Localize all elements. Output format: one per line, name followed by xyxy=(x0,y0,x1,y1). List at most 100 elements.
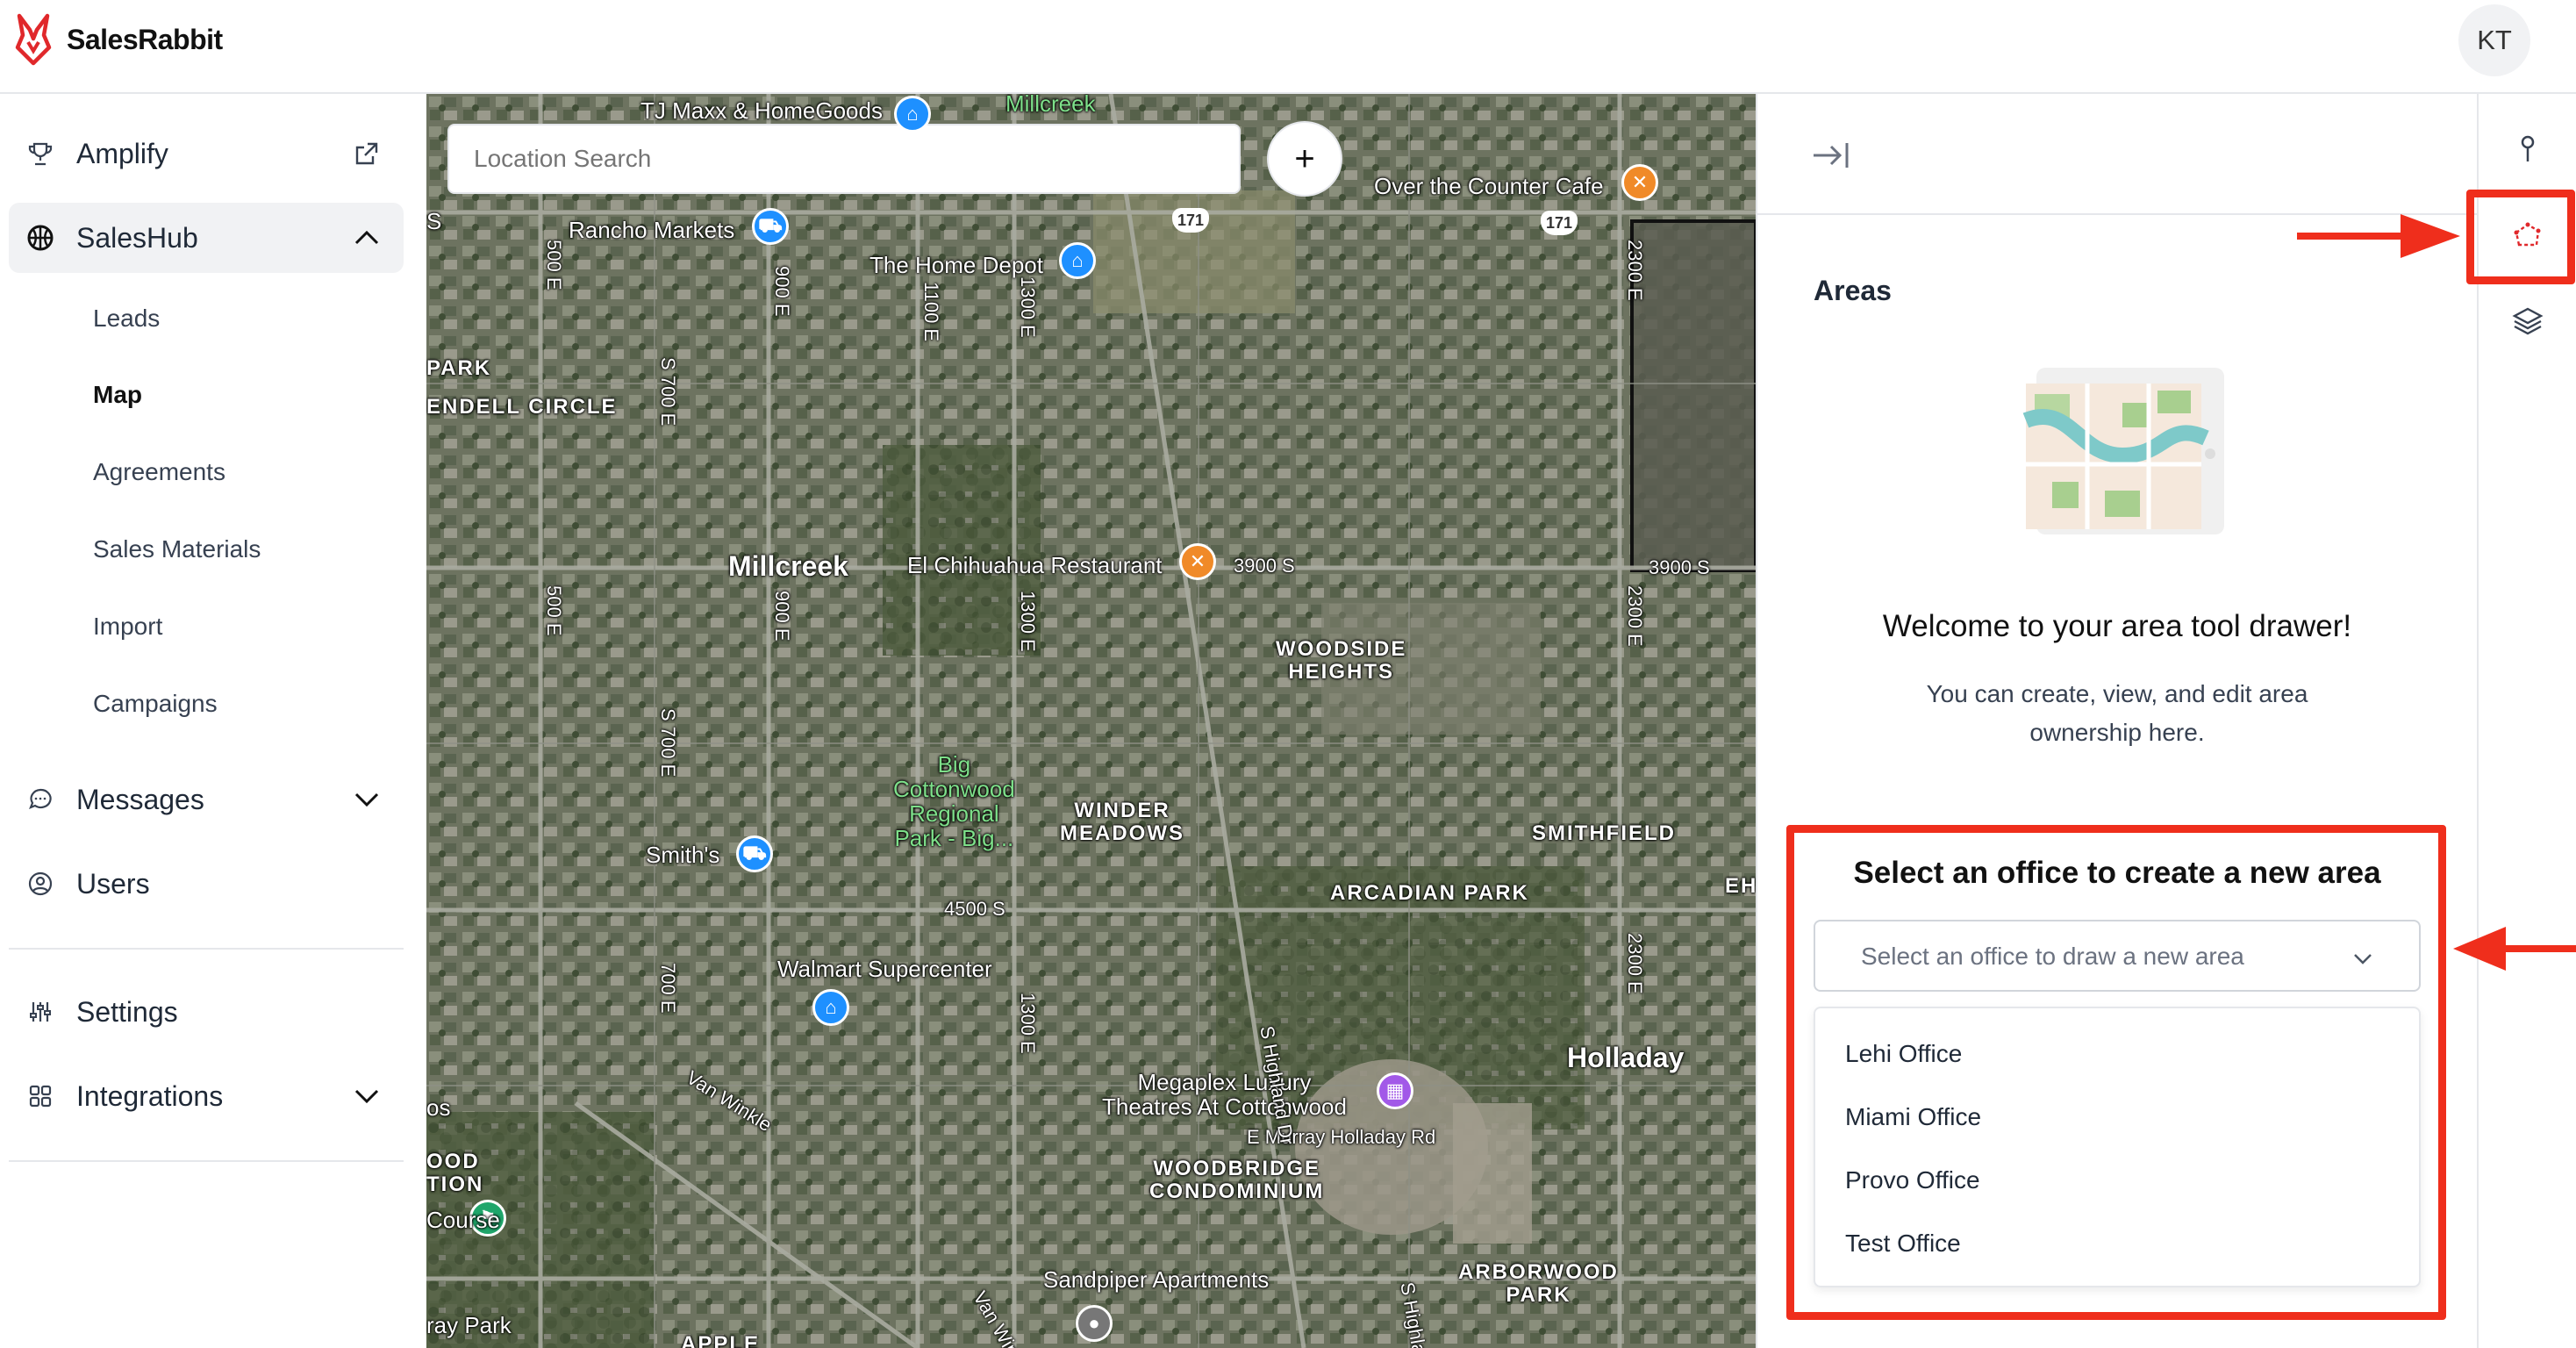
app-logo[interactable]: SalesRabbit xyxy=(12,12,223,67)
chevron-down-icon[interactable] xyxy=(349,782,384,817)
welcome-subtext: You can create, view, and edit area owne… xyxy=(1926,680,2308,746)
pin-tool-button[interactable] xyxy=(2501,124,2554,176)
sidebar-item-label: Messages xyxy=(76,783,204,815)
route-shield: 171 xyxy=(1541,211,1578,235)
map-label: 2300 E xyxy=(1624,585,1646,647)
map-label: 1100 E xyxy=(920,282,942,342)
map-label: ARBORWOOD PARK xyxy=(1458,1260,1619,1307)
shopping-bag-pin-icon[interactable]: ⌂ xyxy=(1059,242,1096,279)
add-button[interactable]: + xyxy=(1267,121,1342,197)
map-label: The Home Depot xyxy=(869,252,1043,278)
sidebar-item-label: Settings xyxy=(76,995,178,1028)
map-label: 500 E xyxy=(543,240,565,290)
restaurant-pin-icon[interactable]: ✕ xyxy=(1179,543,1216,580)
sidebar-item-settings[interactable]: Settings xyxy=(9,977,404,1047)
map-label: El Chihuahua Restaurant xyxy=(907,552,1163,578)
chat-icon xyxy=(25,784,56,815)
sidebar-item-label: Users xyxy=(76,867,150,900)
map-label: os xyxy=(426,1094,451,1121)
restaurant-pin-icon[interactable]: ✕ xyxy=(1621,164,1658,201)
chevron-up-icon[interactable] xyxy=(349,220,384,255)
map-label: 4500 S xyxy=(944,898,1005,920)
pin-icon xyxy=(2521,135,2535,161)
sidebar-item-messages[interactable]: Messages xyxy=(9,764,404,835)
map-label: 900 E xyxy=(771,266,793,317)
collapse-drawer-icon[interactable] xyxy=(1810,138,1852,173)
satellite-map[interactable]: + ⌂ ⛟ ⌂ ✕ ✕ ⛟ ⌂ ▦ ⚑ ● 171 171 TJ Maxx & … xyxy=(426,94,1756,1348)
sidebar-sub-sales-materials[interactable]: Sales Materials xyxy=(93,535,261,563)
chevron-down-icon[interactable] xyxy=(349,1079,384,1114)
map-label: WOODBRIDGE CONDOMINIUM xyxy=(1149,1157,1325,1203)
external-link-icon[interactable] xyxy=(349,136,384,171)
map-label: Megaplex Luxury Theatres At Cottonwood xyxy=(1102,1069,1347,1120)
map-label: 2300 E xyxy=(1624,240,1646,301)
map-label: WINDER MEADOWS xyxy=(1060,799,1184,845)
sliders-icon xyxy=(25,996,56,1028)
drawer-header xyxy=(1757,94,2477,215)
map-label: APPLE xyxy=(681,1332,761,1348)
theater-pin-icon[interactable]: ▦ xyxy=(1377,1072,1413,1109)
sidebar-divider xyxy=(9,948,404,950)
map-label: TJ Maxx & HomeGoods xyxy=(640,97,883,124)
map-label: 3900 S xyxy=(1649,556,1710,578)
sidebar-sub-leads[interactable]: Leads xyxy=(93,305,160,333)
map-label: OOD TION xyxy=(426,1150,484,1196)
sidebar-sub-import[interactable]: Import xyxy=(93,613,162,641)
sidebar-sub-map[interactable]: Map xyxy=(93,381,142,409)
map-label: 700 E xyxy=(657,963,679,1014)
sidebar-sub-agreements[interactable]: Agreements xyxy=(93,458,225,486)
map-label: PARK xyxy=(426,356,492,380)
map-label: S 700 E xyxy=(657,357,679,427)
map-label: Holladay xyxy=(1567,1042,1685,1073)
apartment-pin-icon[interactable]: ● xyxy=(1076,1305,1113,1342)
map-label: Millcreek xyxy=(1005,94,1096,117)
map-label: ENDELL CIRCLE xyxy=(426,395,618,419)
map-label: Course xyxy=(426,1207,500,1233)
map-label: ray Park xyxy=(426,1312,512,1338)
rabbit-logo-icon xyxy=(15,13,52,66)
map-label: Rancho Markets xyxy=(569,217,735,243)
drawer-title: Areas xyxy=(1814,275,1892,306)
shopping-bag-pin-icon[interactable]: ⌂ xyxy=(894,96,931,133)
sidebar-item-integrations[interactable]: Integrations xyxy=(9,1061,404,1131)
map-label: 1300 E xyxy=(1017,993,1039,1054)
user-avatar[interactable]: KT xyxy=(2458,4,2530,76)
shopping-cart-pin-icon[interactable]: ⛟ xyxy=(752,208,789,245)
map-label: EH xyxy=(1725,874,1756,898)
map-label: ARCADIAN PARK xyxy=(1330,881,1529,905)
map-label: 1300 E xyxy=(1017,276,1039,338)
welcome-heading: Welcome to your area tool drawer! xyxy=(1882,609,2352,643)
map-label: Over the Counter Cafe xyxy=(1374,173,1604,199)
shopping-cart-pin-icon[interactable]: ⛟ xyxy=(736,835,773,872)
map-label: 3900 S xyxy=(1234,555,1295,577)
sidebar-item-users[interactable]: Users xyxy=(9,849,404,919)
location-search-input[interactable] xyxy=(447,124,1241,194)
top-bar: SalesRabbit KT xyxy=(0,0,2576,94)
grid-icon xyxy=(25,1080,56,1112)
layers-icon xyxy=(2512,307,2544,335)
map-label: SMITHFIELD xyxy=(1532,821,1676,845)
sidebar-sub-campaigns[interactable]: Campaigns xyxy=(93,690,218,718)
map-label: Walmart Supercenter xyxy=(777,956,992,982)
sidebar: Amplify SalesHub Leads Map Agreements Sa… xyxy=(0,94,426,1348)
map-illustration-icon xyxy=(2022,368,2224,534)
annotation-highlight-box xyxy=(2466,190,2575,284)
layers-tool-button[interactable] xyxy=(2501,294,2554,347)
trophy-icon xyxy=(25,138,56,169)
map-label: Sandpiper Apartments xyxy=(1043,1266,1270,1293)
map-label: S xyxy=(426,208,442,234)
sidebar-item-saleshub[interactable]: SalesHub xyxy=(9,203,404,273)
annotation-highlight-box xyxy=(1786,825,2446,1320)
sidebar-item-label: SalesHub xyxy=(76,221,198,254)
map-label: WOODSIDE HEIGHTS xyxy=(1276,637,1407,684)
annotation-arrow-icon xyxy=(2297,214,2460,258)
shopping-bag-pin-icon[interactable]: ⌂ xyxy=(812,989,849,1026)
map-label: 1300 E xyxy=(1017,591,1039,652)
route-shield: 171 xyxy=(1172,208,1209,233)
map-label: S 700 E xyxy=(657,708,679,778)
sidebar-item-amplify[interactable]: Amplify xyxy=(9,118,404,189)
sidebar-item-label: Integrations xyxy=(76,1079,224,1112)
map-label: 500 E xyxy=(543,585,565,636)
map-label: Smith's xyxy=(646,842,720,868)
basketball-icon xyxy=(25,222,56,254)
